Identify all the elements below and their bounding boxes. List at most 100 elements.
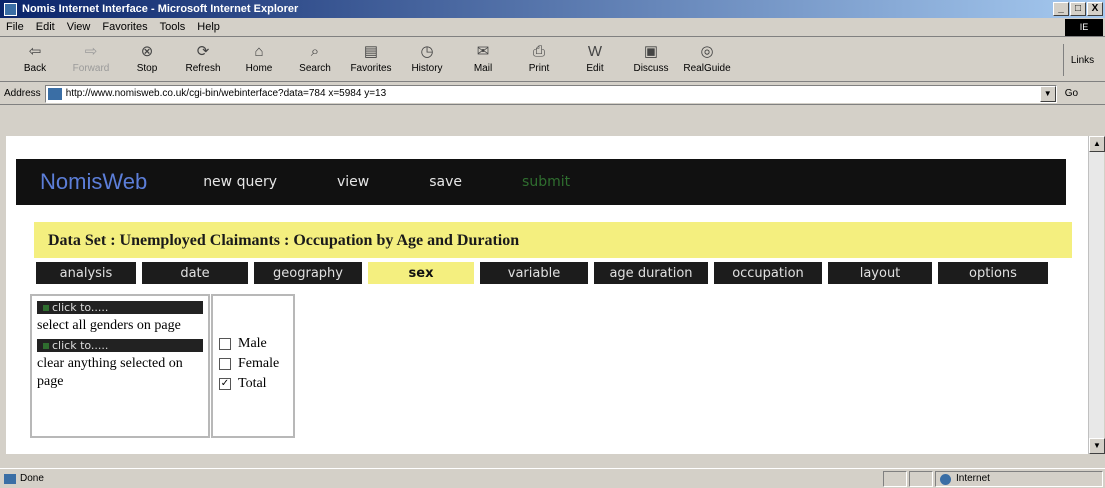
tab-analysis[interactable]: analysis: [36, 262, 136, 284]
window-titlebar: Nomis Internet Interface - Microsoft Int…: [0, 0, 1105, 18]
security-zone: Internet: [935, 470, 1103, 487]
tab-variable[interactable]: variable: [480, 262, 588, 284]
menu-file[interactable]: File: [6, 21, 24, 33]
home-label: Home: [245, 63, 273, 74]
history-icon: ◷: [420, 43, 434, 60]
window-controls: _ □ X: [1053, 2, 1103, 16]
tab-geography[interactable]: geography: [254, 262, 362, 284]
query-tabs: analysis date geography sex variable age…: [36, 262, 1072, 284]
edit-button[interactable]: W Edit: [572, 38, 618, 75]
menu-favorites[interactable]: Favorites: [102, 21, 147, 33]
edit-label: Edit: [586, 63, 604, 74]
total-checkbox[interactable]: ✓: [219, 378, 231, 390]
refresh-button[interactable]: ⟳ Refresh: [180, 38, 226, 74]
address-bar: Address http://www.nomisweb.co.uk/cgi-bi…: [0, 83, 1105, 105]
bullet-icon: [43, 343, 49, 349]
dataset-title: Data Set : Unemployed Claimants : Occupa…: [48, 232, 520, 249]
gender-option-total[interactable]: ✓ Total: [213, 374, 293, 394]
home-button[interactable]: ⌂ Home: [236, 38, 282, 75]
history-button[interactable]: ◷ History: [404, 38, 450, 74]
nomis-header: NomisWeb new query view save submit: [16, 159, 1066, 205]
discuss-icon: ▣: [643, 43, 659, 60]
female-label: Female: [238, 356, 280, 371]
realguide-icon: ◎: [700, 43, 714, 60]
stop-icon: ⊗: [140, 43, 154, 60]
stop-button[interactable]: ⊗ Stop: [124, 38, 170, 74]
page-icon: [47, 87, 62, 100]
clear-selection-text[interactable]: clear anything selected on page: [37, 355, 203, 391]
status-cell: [883, 470, 907, 487]
male-label: Male: [238, 336, 267, 351]
tab-options[interactable]: options: [938, 262, 1048, 284]
edit-icon: W: [587, 42, 603, 60]
zone-label: Internet: [956, 473, 990, 484]
back-arrow-icon: ⇦: [28, 43, 42, 60]
forward-button[interactable]: ⇨ Forward: [68, 38, 114, 74]
search-button[interactable]: ⌕ Search: [292, 38, 338, 75]
address-label: Address: [4, 88, 41, 99]
status-text: Done: [20, 473, 44, 484]
tab-layout[interactable]: layout: [828, 262, 932, 284]
favorites-button[interactable]: ▤ Favorites: [348, 38, 394, 74]
back-button[interactable]: ⇦ Back: [12, 38, 58, 74]
click-label-2: click to.....: [52, 339, 109, 352]
links-button[interactable]: Links: [1063, 44, 1101, 76]
print-button[interactable]: ⎙ Print: [516, 38, 562, 75]
realguide-button[interactable]: ◎ RealGuide: [683, 38, 730, 74]
discuss-button[interactable]: ▣ Discuss: [628, 38, 674, 74]
select-all-click-bar[interactable]: click to.....: [37, 301, 203, 314]
menu-view[interactable]: View: [67, 21, 91, 33]
chevron-down-icon[interactable]: ▼: [1039, 85, 1056, 102]
nav-new-query[interactable]: new query: [203, 174, 277, 190]
refresh-icon: ⟳: [196, 43, 210, 60]
gender-option-male[interactable]: Male: [213, 334, 293, 354]
scroll-down-icon[interactable]: ▼: [1089, 438, 1105, 454]
tab-date[interactable]: date: [142, 262, 248, 284]
nav-save[interactable]: save: [429, 174, 462, 190]
male-checkbox[interactable]: [219, 338, 231, 350]
status-bar: Done Internet: [0, 468, 1105, 488]
standard-toolbar: ⇦ Back ⇨ Forward ⊗ Stop ⟳ Refresh ⌂ Home…: [0, 38, 1105, 82]
minimize-button[interactable]: _: [1053, 2, 1069, 16]
ie-app-icon: [4, 2, 17, 16]
bullet-icon: [43, 305, 49, 311]
tab-occupation[interactable]: occupation: [714, 262, 822, 284]
favorites-label: Favorites: [350, 63, 392, 74]
nomis-logo[interactable]: NomisWeb: [40, 169, 147, 195]
menu-tools[interactable]: Tools: [160, 21, 186, 33]
gender-option-female[interactable]: Female: [213, 354, 293, 374]
address-input[interactable]: http://www.nomisweb.co.uk/cgi-bin/webint…: [44, 84, 1057, 103]
dataset-banner: Data Set : Unemployed Claimants : Occupa…: [34, 222, 1072, 258]
tab-sex[interactable]: sex: [368, 262, 474, 284]
status-cell: [909, 470, 933, 487]
menu-bar: File Edit View Favorites Tools Help IE: [0, 18, 1105, 37]
mail-button[interactable]: ✉ Mail: [460, 38, 506, 74]
globe-icon: [940, 473, 951, 485]
select-all-text[interactable]: select all genders on page: [37, 317, 203, 335]
history-label: History: [411, 63, 443, 74]
menu-edit[interactable]: Edit: [36, 21, 55, 33]
forward-label: Forward: [72, 63, 110, 74]
click-label-1: click to.....: [52, 301, 109, 314]
close-button[interactable]: X: [1087, 2, 1103, 16]
menu-help[interactable]: Help: [197, 21, 220, 33]
done-page-icon: [4, 473, 16, 484]
print-icon: ⎙: [532, 42, 545, 60]
tab-age-duration[interactable]: age duration: [594, 262, 708, 284]
scroll-up-icon[interactable]: ▲: [1089, 136, 1105, 152]
maximize-button[interactable]: □: [1070, 2, 1086, 16]
female-checkbox[interactable]: [219, 358, 231, 370]
vertical-scrollbar[interactable]: ▲ ▼: [1088, 136, 1105, 454]
clear-click-bar[interactable]: click to.....: [37, 339, 203, 352]
search-label: Search: [299, 63, 331, 74]
nav-submit[interactable]: submit: [522, 174, 570, 190]
address-url: http://www.nomisweb.co.uk/cgi-bin/webint…: [65, 88, 387, 99]
ie-throbber-icon: IE: [1065, 19, 1103, 36]
mail-icon: ✉: [476, 43, 490, 60]
action-panel: click to..... select all genders on page…: [30, 294, 210, 438]
mail-label: Mail: [473, 63, 493, 74]
nav-view[interactable]: view: [337, 174, 369, 190]
go-button[interactable]: Go: [1065, 88, 1078, 99]
discuss-label: Discuss: [633, 63, 669, 74]
search-icon: ⌕: [310, 42, 320, 60]
